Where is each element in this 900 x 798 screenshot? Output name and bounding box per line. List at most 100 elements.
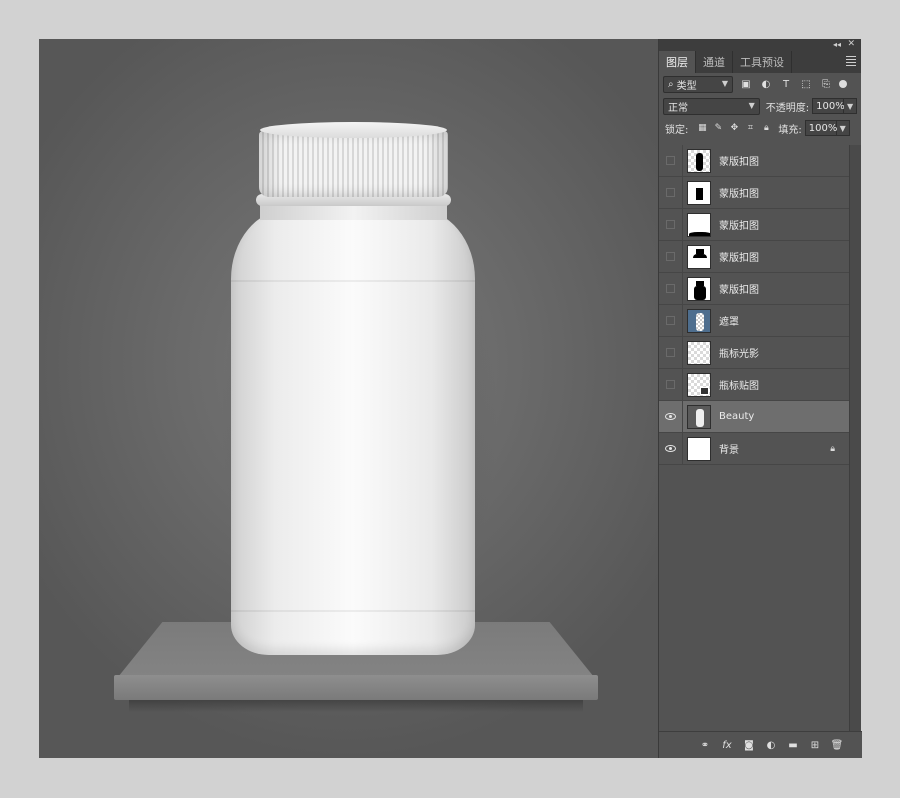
layer-name: 蒙版扣图 (719, 285, 759, 296)
layer-name: 瓶标光影 (719, 349, 759, 360)
lock-row: 锁定: ▦ ✎ ✥ ⌗ 🔒︎ 填充: 100% ▼ (659, 117, 861, 139)
layer-row[interactable]: 蒙版扣图 (659, 208, 849, 241)
layer-row[interactable]: 蒙版扣图 (659, 240, 849, 273)
lock-icon: 🔒︎ (830, 444, 835, 454)
visibility-toggle[interactable] (659, 400, 683, 433)
layer-filter-row: ⌕ 类型 ▼ ▣ ◐ T ⬚ ⎘ (659, 73, 861, 95)
visibility-toggle[interactable] (659, 176, 683, 209)
adjustment-filter-icon[interactable]: ◐ (759, 77, 773, 91)
lock-options: ▦ ✎ ✥ ⌗ 🔒︎ (692, 122, 772, 134)
bottle-neck (260, 204, 447, 220)
shelf-front (114, 675, 598, 700)
layer-row[interactable]: 背景 🔒︎ (659, 432, 849, 465)
layer-thumbnail (687, 404, 711, 429)
new-group-icon[interactable]: ▬ (786, 738, 800, 752)
trash-icon[interactable]: 🗑︎ (830, 738, 844, 752)
blend-mode-select[interactable]: 正常 ▼ (663, 97, 760, 115)
layer-name: 蒙版扣图 (719, 253, 759, 264)
visibility-toggle[interactable] (659, 144, 683, 177)
hidden-box-icon (666, 284, 675, 293)
layers-panel: ◂◂ ✕ 图层 通道 工具预设 ⌕ 类型 ▼ ▣ ◐ T ⬚ ⎘ 正常 ▼ 不透… (658, 39, 862, 758)
hidden-box-icon (666, 188, 675, 197)
layer-row[interactable]: 瓶标光影 (659, 336, 849, 369)
visibility-toggle[interactable] (659, 208, 683, 241)
layer-row[interactable]: 瓶标贴图 (659, 368, 849, 401)
layer-name: 遮罩 (719, 317, 739, 328)
layer-row-selected[interactable]: Beauty (659, 400, 849, 433)
layer-row[interactable]: 遮罩 (659, 304, 849, 337)
filter-kind-select[interactable]: ⌕ 类型 ▼ (663, 75, 733, 93)
visibility-toggle[interactable] (659, 368, 683, 401)
opacity-label: 不透明度: (765, 102, 810, 114)
panel-title-bar: ◂◂ ✕ (659, 39, 861, 51)
layer-row[interactable]: 蒙版扣图 (659, 272, 849, 305)
chevron-down-icon: ▼ (748, 100, 755, 110)
opacity-input[interactable]: 100% (812, 98, 845, 114)
bottle-cap (259, 131, 448, 197)
layer-thumbnail (687, 340, 711, 365)
tab-tool-presets[interactable]: 工具预设 (733, 51, 792, 73)
bottle-body (231, 209, 475, 655)
type-filter-icon[interactable]: T (779, 77, 793, 91)
layer-name: Beauty (719, 411, 755, 422)
layer-name: 背景 (719, 445, 739, 456)
hidden-box-icon (666, 156, 675, 165)
document-canvas[interactable] (39, 39, 658, 758)
filter-kind-value: 类型 (676, 80, 697, 92)
lock-transparent-icon[interactable]: ▦ (696, 122, 708, 134)
adjustment-layer-icon[interactable]: ◐ (764, 738, 778, 752)
fill-input[interactable]: 100% (804, 120, 837, 136)
layer-name: 蒙版扣图 (719, 221, 759, 232)
layer-row[interactable]: 蒙版扣图 (659, 176, 849, 209)
lock-move-icon[interactable]: ✥ (728, 122, 740, 134)
panel-menu-icon[interactable] (846, 56, 856, 66)
label-edge-bottom (231, 610, 475, 612)
visibility-toggle[interactable] (659, 240, 683, 273)
tab-layers[interactable]: 图层 (659, 51, 696, 73)
visibility-toggle[interactable] (659, 304, 683, 337)
fx-icon[interactable]: fx (720, 738, 734, 752)
lock-artboard-icon[interactable]: ⌗ (744, 122, 756, 134)
new-layer-icon[interactable]: ⊞ (808, 738, 822, 752)
shelf-shadow (129, 700, 583, 712)
double-chevron-left-icon[interactable]: ◂◂ (833, 40, 841, 49)
hidden-box-icon (666, 220, 675, 229)
tab-channels[interactable]: 通道 (696, 51, 733, 73)
pixel-filter-icon[interactable]: ▣ (739, 77, 753, 91)
layer-name: 瓶标贴图 (719, 381, 759, 392)
chevron-down-icon[interactable]: ▼ (844, 98, 857, 114)
hidden-box-icon (666, 380, 675, 389)
label-edge-top (231, 280, 475, 282)
close-icon[interactable]: ✕ (847, 39, 855, 49)
layer-thumbnail (687, 212, 711, 237)
layer-thumbnail (687, 308, 711, 333)
layer-row[interactable]: 蒙版扣图 (659, 144, 849, 177)
smart-object-filter-icon[interactable]: ⎘ (819, 77, 833, 91)
blend-row: 正常 ▼ 不透明度: 100% ▼ (659, 95, 861, 117)
lock-brush-icon[interactable]: ✎ (712, 122, 724, 134)
hidden-box-icon (666, 316, 675, 325)
lock-all-icon[interactable]: 🔒︎ (760, 122, 772, 134)
layer-name: 蒙版扣图 (719, 157, 759, 168)
shape-filter-icon[interactable]: ⬚ (799, 77, 813, 91)
layer-thumbnail (687, 180, 711, 205)
window-frame: ◂◂ ✕ 图层 通道 工具预设 ⌕ 类型 ▼ ▣ ◐ T ⬚ ⎘ 正常 ▼ 不透… (0, 0, 900, 798)
search-icon: ⌕ (668, 78, 674, 90)
layer-name: 蒙版扣图 (719, 189, 759, 200)
layer-thumbnail (687, 436, 711, 461)
visibility-toggle[interactable] (659, 336, 683, 369)
layer-thumbnail (687, 276, 711, 301)
link-layers-icon[interactable]: ⚭ (698, 738, 712, 752)
chevron-down-icon[interactable]: ▼ (836, 120, 850, 136)
lock-label: 锁定: (665, 124, 689, 136)
eye-icon (665, 445, 676, 452)
add-mask-icon[interactable]: ◙ (742, 738, 756, 752)
layers-bottom-bar: ⚭ fx ◙ ◐ ▬ ⊞ 🗑︎ (659, 731, 862, 758)
layer-thumbnail (687, 148, 711, 173)
visibility-toggle[interactable] (659, 272, 683, 305)
panel-tabs: 图层 通道 工具预设 (659, 51, 861, 73)
filter-toggle-icon[interactable] (839, 80, 847, 88)
hidden-box-icon (666, 348, 675, 357)
visibility-toggle[interactable] (659, 432, 683, 465)
layers-scrollbar[interactable] (849, 145, 861, 731)
